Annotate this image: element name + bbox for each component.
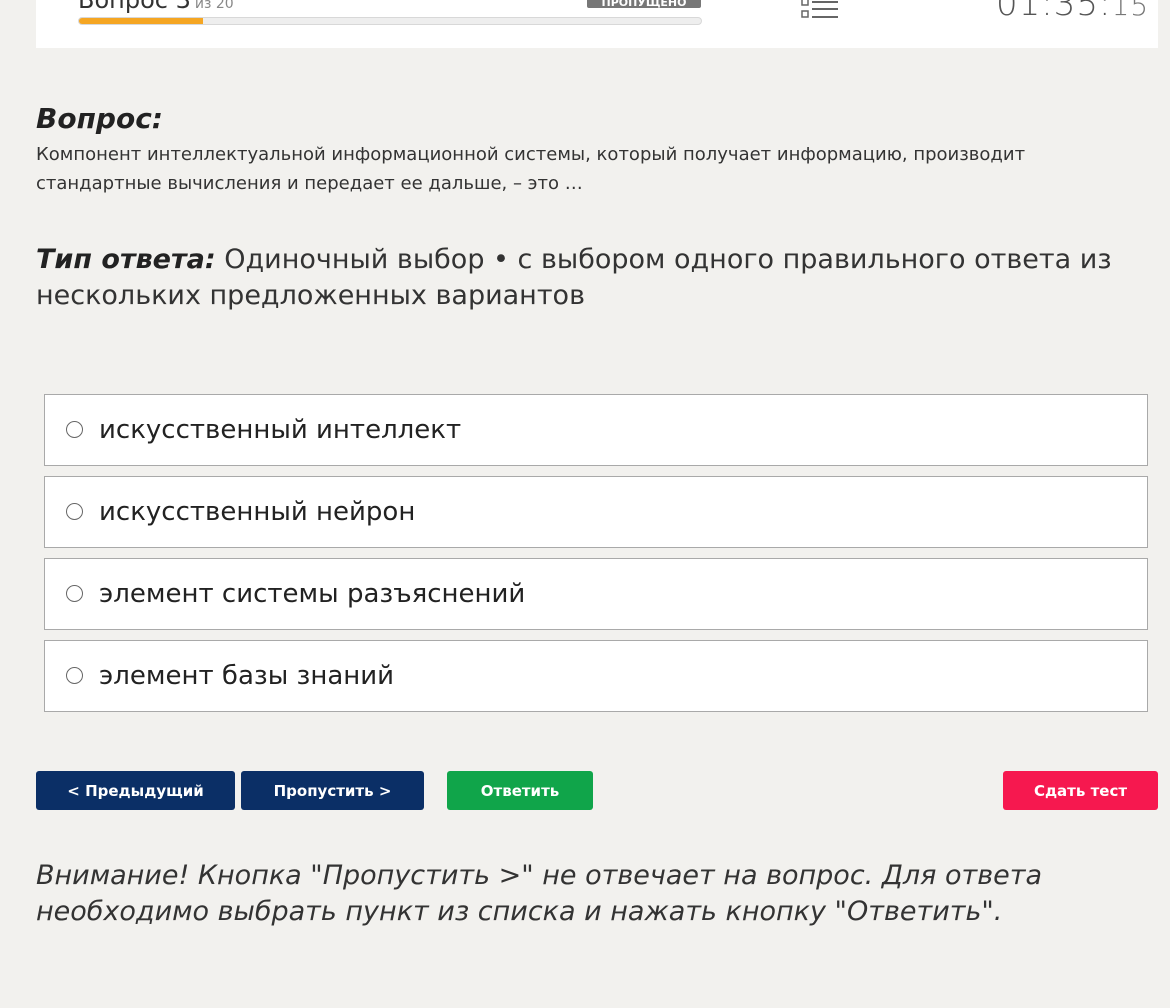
skip-button[interactable]: Пропустить >	[241, 771, 424, 810]
question-heading: Вопрос:	[36, 102, 163, 135]
answer-option-label: искусственный нейрон	[99, 497, 416, 527]
question-total: из 20	[194, 0, 234, 12]
quiz-header: Вопрос 3 из 20 ПРОПУЩЕНО 01:35:15	[36, 0, 1158, 48]
question-number: Вопрос 3	[78, 0, 191, 14]
list-icon	[801, 0, 838, 18]
question-list-button[interactable]	[800, 0, 840, 24]
progress-bar	[78, 17, 702, 25]
progress-fill	[79, 18, 204, 24]
radio-button[interactable]	[66, 585, 83, 602]
radio-button[interactable]	[66, 421, 83, 438]
answer-option[interactable]: искусственный нейрон	[44, 476, 1148, 548]
answer-option[interactable]: элемент базы знаний	[44, 640, 1148, 712]
question-counter: Вопрос 3 из 20	[78, 0, 234, 14]
radio-button[interactable]	[66, 503, 83, 520]
answer-option[interactable]: элемент системы разъяснений	[44, 558, 1148, 630]
previous-button[interactable]: < Предыдущий	[36, 771, 235, 810]
answer-option-label: искусственный интеллект	[99, 415, 462, 445]
answer-option-label: элемент системы разъяснений	[99, 579, 526, 609]
timer: 01:35:15	[996, 0, 1149, 24]
question-text: Компонент интеллектуальной информационно…	[36, 144, 1026, 194]
answer-option[interactable]: искусственный интеллект	[44, 394, 1148, 466]
timer-seconds: 15	[1111, 0, 1150, 22]
answer-option-label: элемент базы знаний	[99, 661, 395, 691]
answer-button[interactable]: Ответить	[447, 771, 593, 810]
submit-test-button[interactable]: Сдать тест	[1003, 771, 1158, 810]
answer-type-label: Тип ответа:	[36, 244, 216, 275]
timer-main: 01:35:	[996, 0, 1112, 24]
radio-button[interactable]	[66, 667, 83, 684]
answer-type: Тип ответа: Одиночный выбор • с выбором …	[36, 242, 1116, 314]
skip-warning-note: Внимание! Кнопка "Пропустить >" не отвеч…	[36, 860, 1043, 927]
skipped-badge: ПРОПУЩЕНО	[587, 0, 701, 8]
